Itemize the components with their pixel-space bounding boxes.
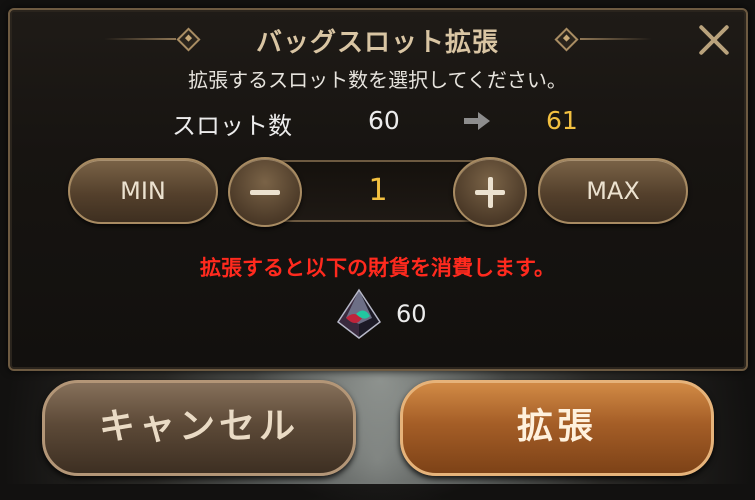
cancel-button[interactable]: キャンセル xyxy=(42,380,356,476)
dialog-title: バッグスロット拡張 xyxy=(255,28,499,58)
arrow-right-icon xyxy=(464,112,490,130)
instruction-text: 拡張するスロット数を選択してください。 xyxy=(188,68,567,92)
slot-count-label: スロット数 xyxy=(172,112,292,140)
title-ornament-right xyxy=(580,38,652,40)
expand-button[interactable]: 拡張 xyxy=(400,380,714,476)
crystal-gem-icon xyxy=(336,288,382,339)
increment-button[interactable] xyxy=(453,157,527,227)
max-button[interactable]: MAX xyxy=(538,158,688,224)
current-slot-count: 60 xyxy=(368,106,400,135)
minus-icon xyxy=(250,190,280,195)
decrement-button[interactable] xyxy=(228,157,302,227)
min-button[interactable]: MIN xyxy=(68,158,218,224)
new-slot-count: 61 xyxy=(546,106,578,135)
cost-warning-text: 拡張すると以下の財貨を消費します。 xyxy=(200,256,555,280)
cost-amount: 60 xyxy=(396,300,427,328)
close-icon[interactable] xyxy=(696,22,732,58)
